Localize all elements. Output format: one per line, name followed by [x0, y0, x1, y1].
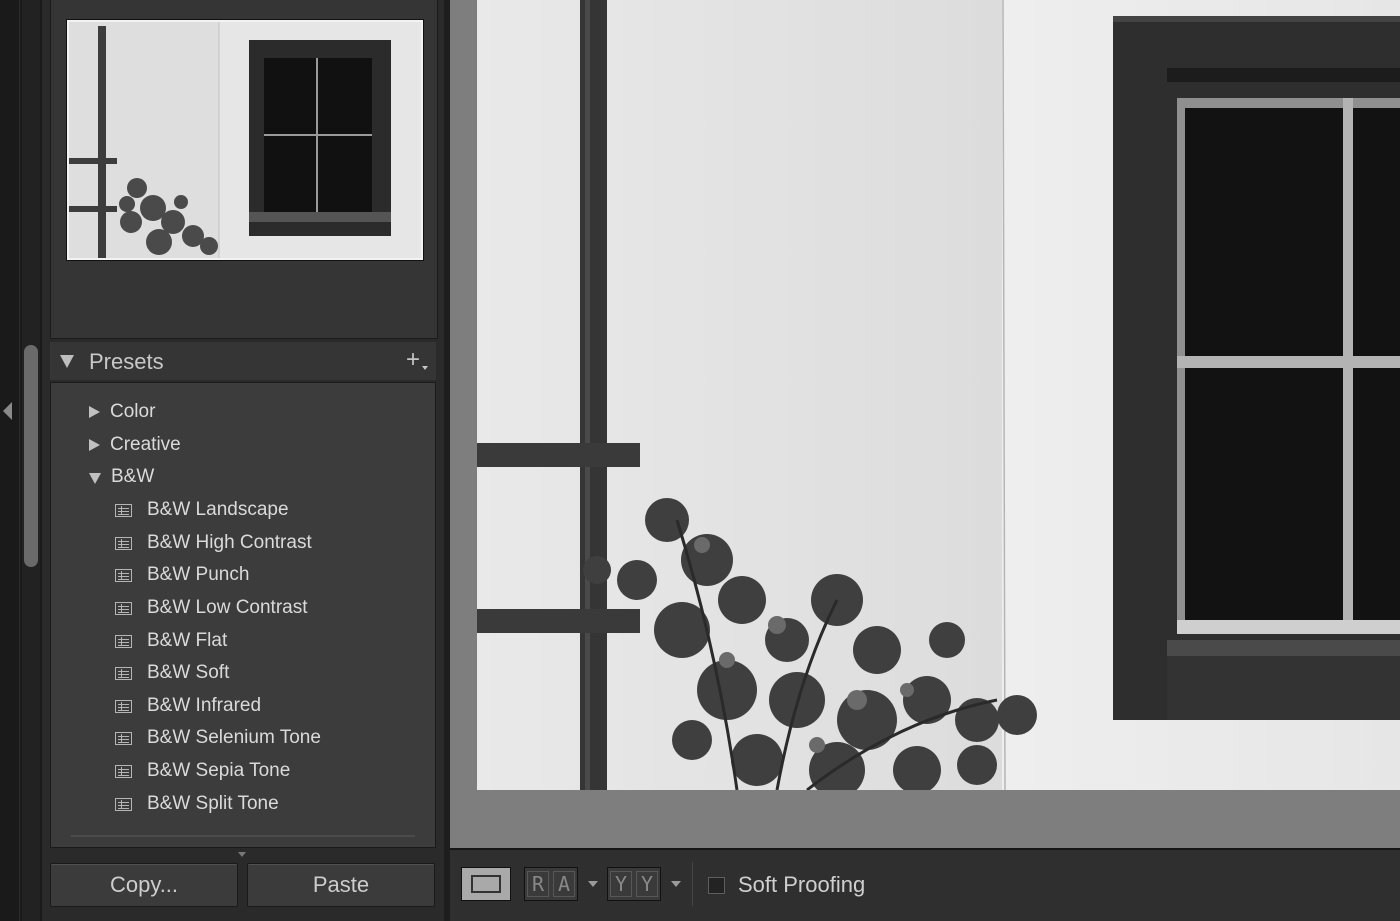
preset-folder-label: Color — [110, 401, 156, 422]
before-after-lr-dropdown-icon[interactable] — [588, 881, 598, 887]
preset-list-icon — [115, 699, 132, 713]
soft-proofing-checkbox[interactable] — [708, 877, 725, 894]
preset-item-label: B&W Soft — [147, 662, 230, 683]
left-edge-strip — [0, 0, 42, 921]
main-photo[interactable] — [477, 0, 1400, 790]
preset-item-label: B&W Low Contrast — [147, 597, 308, 618]
viewer-toolbar: R A Y Y Soft Proofing — [450, 848, 1400, 921]
list-divider — [71, 835, 415, 837]
preset-item-bw-punch[interactable]: B&W Punch — [115, 562, 249, 588]
preset-item-bw-low-contrast[interactable]: B&W Low Contrast — [115, 595, 308, 621]
navigator-thumbnail-image — [69, 22, 421, 258]
before-after-lr-glyph: A — [553, 871, 575, 897]
photo-viewer — [450, 0, 1400, 848]
preset-list-icon — [115, 503, 132, 517]
before-after-left-right-button[interactable]: R A — [524, 867, 578, 901]
triangle-right-icon[interactable] — [89, 406, 100, 418]
navigator-panel — [50, 0, 438, 339]
preset-list-icon — [115, 568, 132, 582]
preset-item-bw-selenium-tone[interactable]: B&W Selenium Tone — [115, 725, 321, 751]
copy-settings-button[interactable]: Copy... — [50, 863, 238, 907]
edge-line — [19, 0, 20, 921]
before-after-tb-dropdown-icon[interactable] — [671, 881, 681, 887]
preset-item-label: B&W Selenium Tone — [147, 727, 321, 748]
preset-folder-creative[interactable]: Creative — [89, 432, 181, 458]
preset-folder-label: B&W — [111, 466, 155, 487]
plus-icon: + — [406, 346, 421, 373]
preset-item-bw-flat[interactable]: B&W Flat — [115, 628, 227, 654]
preset-item-bw-landscape[interactable]: B&W Landscape — [115, 497, 289, 523]
dropdown-caret-icon — [422, 366, 428, 370]
before-after-tb-glyph: Y — [610, 871, 632, 897]
preset-item-label: B&W Split Tone — [147, 793, 279, 814]
before-after-tb-glyph: Y — [636, 871, 658, 897]
preset-list-icon — [115, 666, 132, 680]
preset-list-icon — [115, 797, 132, 811]
toolbar-separator — [692, 862, 693, 906]
soft-proofing-label[interactable]: Soft Proofing — [738, 872, 865, 898]
panel-scrollbar-thumb[interactable] — [24, 345, 38, 567]
panel-resize-handle-icon[interactable] — [238, 852, 246, 857]
left-panel: Presets + Color Creative B&W B&W Landsca… — [42, 0, 444, 921]
main-photo-image — [477, 0, 1400, 790]
presets-panel-header[interactable]: Presets + — [50, 342, 436, 380]
preset-item-label: B&W Punch — [147, 564, 250, 585]
presets-list: Color Creative B&W B&W Landscape B&W Hig… — [50, 382, 436, 848]
preset-folder-color[interactable]: Color — [89, 399, 155, 425]
preset-list-icon — [115, 536, 132, 550]
loupe-view-icon — [471, 875, 501, 893]
collapse-panel-arrow-icon[interactable] — [3, 402, 12, 420]
paste-settings-button[interactable]: Paste — [247, 863, 435, 907]
preset-folder-bw[interactable]: B&W — [89, 464, 154, 490]
triangle-down-icon[interactable] — [60, 355, 74, 368]
triangle-down-icon[interactable] — [89, 472, 101, 484]
navigator-thumbnail[interactable] — [67, 20, 423, 260]
preset-item-label: B&W Flat — [147, 630, 228, 651]
preset-folder-label: Creative — [110, 434, 181, 455]
preset-item-label: B&W Sepia Tone — [147, 760, 291, 781]
before-after-top-bottom-button[interactable]: Y Y — [607, 867, 661, 901]
preset-item-bw-soft[interactable]: B&W Soft — [115, 660, 229, 686]
add-preset-button[interactable]: + — [404, 346, 430, 374]
preset-item-label: B&W Infrared — [147, 695, 262, 716]
preset-list-icon — [115, 634, 132, 648]
preset-list-icon — [115, 731, 132, 745]
before-after-lr-glyph: R — [527, 871, 549, 897]
preset-item-bw-infrared[interactable]: B&W Infrared — [115, 693, 261, 719]
triangle-right-icon[interactable] — [89, 439, 100, 451]
loupe-view-button[interactable] — [461, 867, 511, 901]
preset-list-icon — [115, 764, 132, 778]
preset-item-bw-split-tone[interactable]: B&W Split Tone — [115, 791, 279, 817]
preset-item-label: B&W Landscape — [147, 499, 289, 520]
preset-item-label: B&W High Contrast — [147, 532, 312, 553]
preset-list-icon — [115, 601, 132, 615]
presets-title: Presets — [89, 349, 164, 374]
preset-item-bw-high-contrast[interactable]: B&W High Contrast — [115, 530, 312, 556]
preset-item-bw-sepia-tone[interactable]: B&W Sepia Tone — [115, 758, 290, 784]
